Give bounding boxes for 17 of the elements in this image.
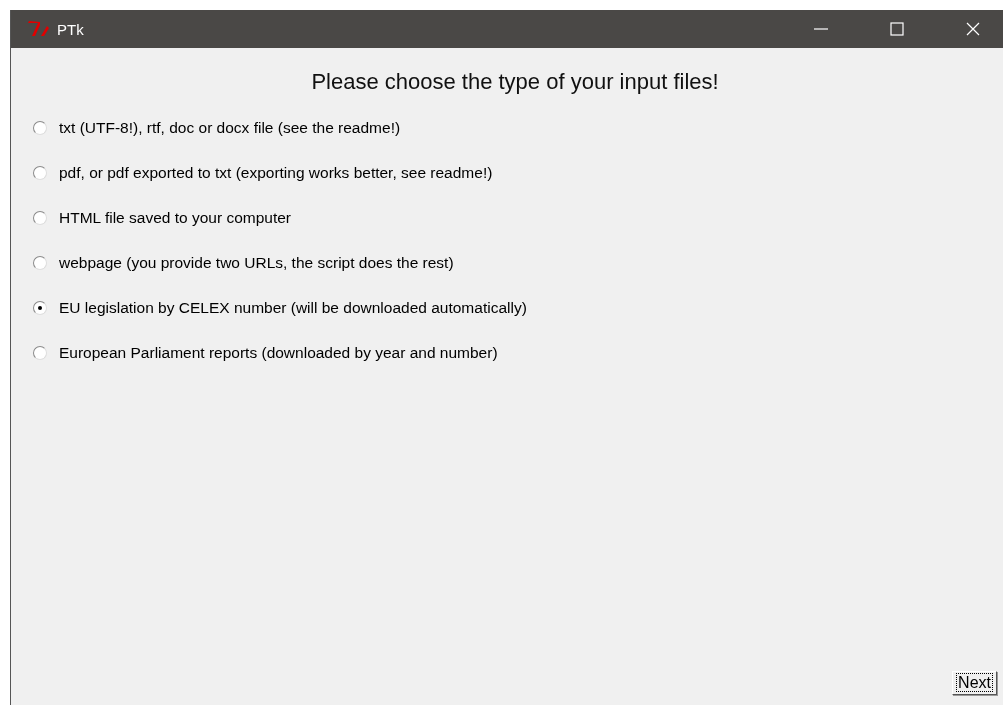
maximize-icon[interactable]: [889, 21, 905, 37]
radio-button[interactable]: [33, 210, 47, 225]
option-label[interactable]: webpage (you provide two URLs, the script does the rest): [59, 253, 454, 272]
radio-button[interactable]: [33, 165, 47, 180]
radio-button[interactable]: [33, 120, 47, 135]
radio-button[interactable]: [33, 255, 47, 270]
option-label[interactable]: EU legislation by CELEX number (will be downloaded automatically): [59, 298, 527, 317]
option-label[interactable]: HTML file saved to your computer: [59, 208, 291, 227]
option-label[interactable]: pdf, or pdf exported to txt (exporting works better, see readme!): [59, 163, 493, 182]
option-label[interactable]: European Parliament reports (downloaded by year and number): [59, 343, 498, 362]
heading: Please choose the type of your input files!: [310, 69, 720, 95]
next-button[interactable]: Next: [952, 671, 997, 695]
option-label[interactable]: txt (UTF-8!), rtf, doc or docx file (see the readme!): [59, 118, 401, 137]
radio-button[interactable]: [33, 300, 47, 315]
window-title: PTk: [57, 20, 84, 38]
close-icon[interactable]: [965, 21, 981, 37]
radio-button[interactable]: [33, 345, 47, 360]
